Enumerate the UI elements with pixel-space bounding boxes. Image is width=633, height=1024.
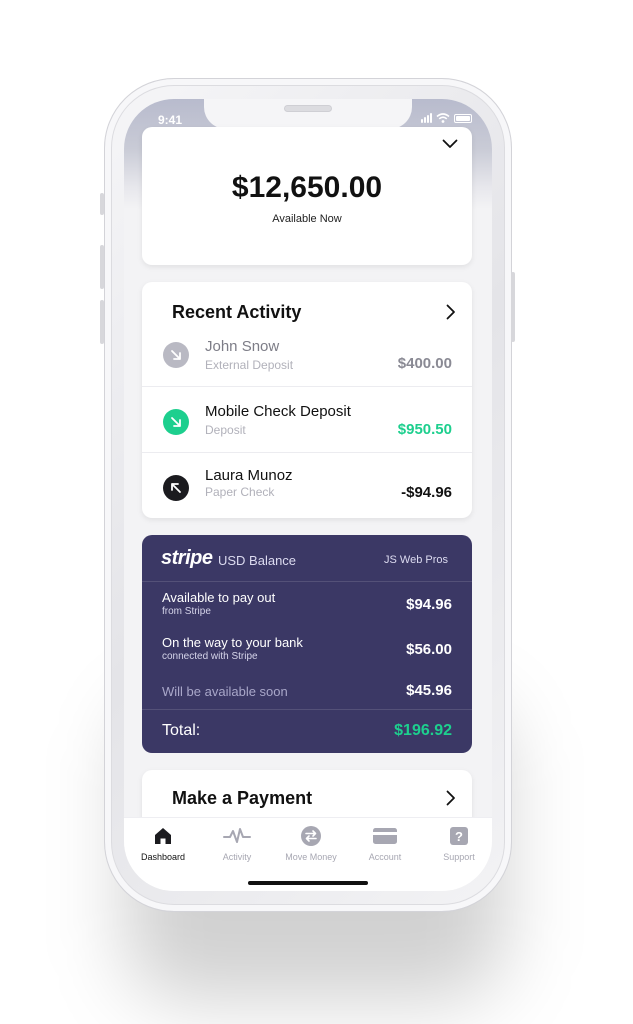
status-icons [421,113,472,123]
tab-label: Dashboard [140,852,186,862]
activity-subtitle: External Deposit [205,358,294,372]
divider [142,581,472,582]
pending-label: Will be available soon [162,684,288,699]
home-icon [155,828,171,844]
in-transit-label: On the way to your bank [162,635,303,650]
help-icon: ? [450,827,468,845]
make-payment-title: Make a Payment [172,788,313,808]
arrow-up-left-icon [163,475,189,501]
pulse-icon [223,828,251,843]
activity-row[interactable]: Mobile Check Deposit Deposit $950.50 [142,386,472,452]
activity-name: Mobile Check Deposit [205,403,351,420]
recent-activity-card: Recent Activity John Snow External Depos… [142,282,472,518]
activity-row[interactable]: Laura Munoz Paper Check -$94.96 [142,452,472,518]
payout-label: Available to pay out [162,590,276,605]
balance-card[interactable]: $12,650.00 Available Now [142,127,472,265]
tab-dashboard[interactable]: Dashboard [126,824,200,862]
tab-support[interactable]: ? Support [422,824,492,862]
tab-account[interactable]: Account [348,824,422,862]
payout-sub: from Stripe [162,606,211,617]
battery-icon [454,114,472,123]
balance-amount: $12,650.00 [231,171,383,204]
home-indicator [248,881,368,885]
tab-bar: Dashboard Activity Move Money Account ? … [124,817,492,891]
activity-amount: $400.00 [397,355,452,372]
total-label: Total: [162,722,201,739]
card-icon [373,828,397,844]
stripe-balance-card[interactable]: stripe USD Balance JS Web Pros Available… [142,535,472,753]
speaker [284,105,332,112]
payout-amount: $94.96 [406,596,452,613]
volume-down-button [100,300,104,344]
wifi-icon [436,113,450,123]
activity-amount: $950.50 [397,421,452,438]
tab-label: Move Money [285,852,337,862]
in-transit-amount: $56.00 [406,641,452,658]
recent-activity-title: Recent Activity [172,302,302,322]
chevron-right-icon[interactable] [446,790,456,806]
power-button [511,272,515,342]
activity-row[interactable]: John Snow External Deposit $400.00 [142,322,472,388]
chevron-down-icon[interactable] [442,139,458,149]
activity-name: Laura Munoz [205,467,293,484]
chevron-right-icon[interactable] [446,304,456,320]
signal-icon [421,113,432,123]
notch [204,99,412,129]
phone-screen: 9:41 $12,650.00 Available Now Recent Act… [124,99,492,891]
volume-up-button [100,245,104,289]
activity-name: John Snow [205,338,280,355]
tab-label: Activity [222,852,252,862]
svg-text:?: ? [455,829,463,844]
tab-label: Account [368,852,402,862]
total-amount: $196.92 [394,722,452,739]
balance-label: Available Now [272,213,342,225]
arrow-down-right-icon [163,409,189,435]
status-time: 9:41 [158,113,183,127]
activity-subtitle: Deposit [205,423,246,437]
activity-amount: -$94.96 [401,484,452,501]
stripe-logo: stripe [161,547,213,569]
pending-amount: $45.96 [406,682,452,699]
currency-label: USD Balance [218,553,297,568]
account-name: JS Web Pros [384,554,448,566]
mute-switch [100,193,104,215]
arrow-down-right-icon [163,342,189,368]
tab-activity[interactable]: Activity [200,824,274,862]
divider [142,709,472,710]
activity-subtitle: Paper Check [205,485,275,499]
tab-move-money[interactable]: Move Money [274,824,348,862]
tab-label: Support [443,852,475,862]
transfer-icon [301,826,321,846]
in-transit-sub: connected with Stripe [162,651,258,662]
